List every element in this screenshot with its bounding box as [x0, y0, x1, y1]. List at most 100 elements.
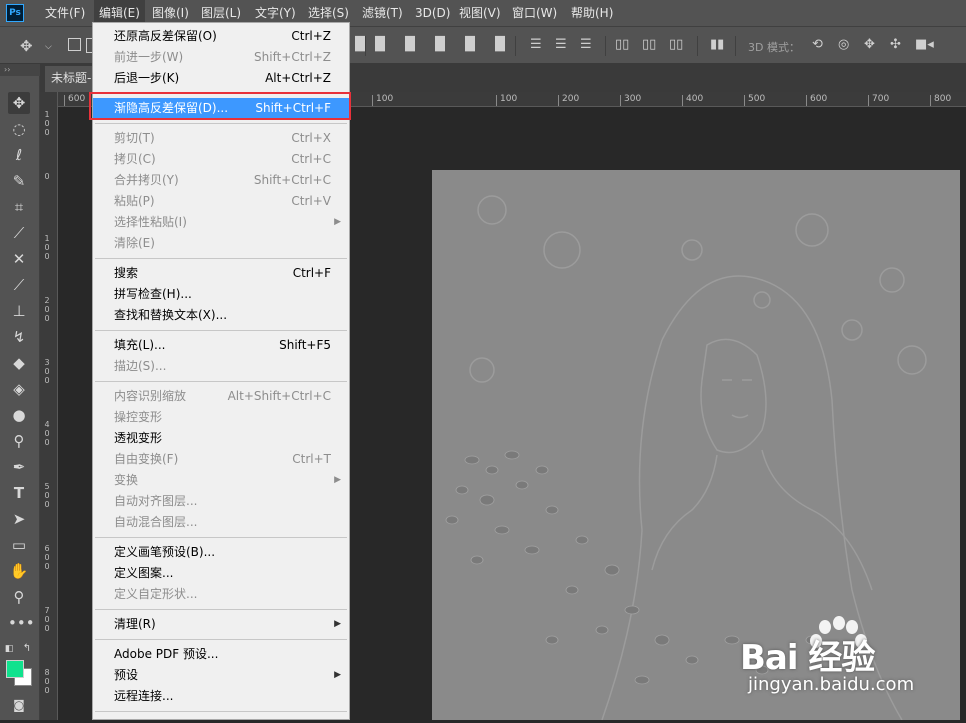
distribute-top-icon[interactable]: ☰ — [530, 38, 542, 52]
menu-item-shortcut: Alt+Shift+Ctrl+C — [227, 389, 331, 403]
menu-item[interactable]: 透视变形 — [93, 428, 349, 449]
menu-item[interactable]: 预设 ▶ — [93, 665, 349, 686]
menu-item-label: 查找和替换文本(X)... — [114, 308, 228, 322]
hand-tool-icon[interactable]: ✋ — [8, 560, 30, 582]
menu-item[interactable]: 定义画笔预设(B)... — [93, 542, 349, 563]
ruler-tick-label: 700 — [868, 95, 889, 106]
move-tool-icon[interactable]: ✥ — [20, 39, 33, 54]
menu-item-label: 内容识别缩放 — [114, 389, 187, 403]
menu-item-shortcut: Shift+F5 — [279, 338, 331, 352]
eraser-tool-icon[interactable]: ◆ — [8, 352, 30, 374]
marquee-tool-icon[interactable]: ◌ — [8, 118, 30, 140]
menu-item[interactable]: 后退一步(K) Alt+Ctrl+Z — [93, 68, 349, 89]
rectangle-tool-icon[interactable]: ▭ — [8, 534, 30, 556]
quick-mask-icon[interactable]: ◙ — [8, 694, 30, 716]
menubar-item[interactable]: 文件(F) — [40, 0, 90, 26]
healing-brush-tool-icon[interactable]: ✕ — [8, 248, 30, 270]
menu-item-shortcut: Ctrl+X — [291, 131, 331, 145]
menu-item[interactable]: 远程连接... — [93, 686, 349, 707]
eyedropper-tool-icon[interactable]: ⟋ — [8, 222, 30, 244]
separator — [735, 36, 736, 56]
align-top-icon[interactable]: ▐▌ — [350, 38, 370, 52]
menu-item: 自由变换(F) Ctrl+T — [93, 449, 349, 470]
more-tools-icon[interactable]: ••• — [8, 612, 35, 634]
menu-item: 清除(E) — [93, 233, 349, 254]
menu-item-label: 定义自定形状... — [114, 587, 198, 601]
menu-item-shortcut: Ctrl+Z — [291, 29, 331, 43]
menu-item: 变换 ▶ — [93, 470, 349, 491]
menu-item[interactable]: 清理(R) ▶ — [93, 614, 349, 635]
menu-item[interactable]: 搜索 Ctrl+F — [93, 263, 349, 284]
lasso-tool-icon[interactable]: ℓ — [8, 144, 30, 166]
auto-select-checkbox[interactable] — [68, 38, 81, 51]
menu-item-label: 预设 — [114, 668, 139, 682]
pen-tool-icon[interactable]: ✒ — [8, 456, 30, 478]
dodge-tool-icon[interactable]: ⚲ — [8, 430, 30, 452]
auto-align-icon[interactable]: ▮▮ — [710, 38, 724, 52]
3d-mode-label: 3D 模式： — [748, 41, 800, 54]
distribute-right-icon[interactable]: ▯▯ — [669, 38, 683, 52]
menu-item: 定义自定形状... — [93, 584, 349, 605]
menu-item-label: 选择性粘贴(I) — [114, 215, 187, 229]
type-tool-icon[interactable]: T — [8, 482, 30, 504]
menu-item[interactable]: Adobe PDF 预设... — [93, 644, 349, 665]
distribute-hcenter-icon[interactable]: ▯▯ — [642, 38, 656, 52]
menu-item[interactable]: 查找和替换文本(X)... — [93, 305, 349, 326]
swap-colors-icon[interactable]: ↰ — [20, 638, 34, 660]
ruler-tick-label: 200 — [558, 95, 579, 106]
submenu-arrow-icon: ▶ — [334, 670, 341, 680]
align-right-icon[interactable]: ▐▌ — [490, 38, 510, 52]
default-colors-icon[interactable]: ◧ — [2, 638, 16, 660]
clone-stamp-tool-icon[interactable]: ⊥ — [8, 300, 30, 322]
3d-pan-icon[interactable]: ✥ — [864, 38, 875, 52]
ruler-tick-label: 100 — [496, 95, 517, 106]
menu-item-label: 透视变形 — [114, 431, 163, 445]
ruler-tick-label: 500 — [44, 482, 50, 509]
paint-bucket-tool-icon[interactable]: ◈ — [8, 378, 30, 400]
align-bottom-icon[interactable]: ▐▌ — [400, 38, 420, 52]
menubar-item[interactable]: 3D(D) — [410, 0, 455, 26]
crop-tool-icon[interactable]: ⌗ — [8, 196, 30, 218]
menu-item[interactable]: 拼写检查(H)... — [93, 284, 349, 305]
menu-item-label: 自由变换(F) — [114, 452, 179, 466]
ruler-tick-label: 600 — [806, 95, 827, 106]
menu-item[interactable]: 还原高反差保留(O) Ctrl+Z — [93, 26, 349, 47]
align-vcenter-icon[interactable]: ▐▌ — [370, 38, 390, 52]
menubar-item[interactable]: 滤镜(T) — [357, 0, 408, 26]
brush-tool-icon[interactable]: ⟋ — [8, 274, 30, 296]
align-hcenter-icon[interactable]: ▐▌ — [460, 38, 480, 52]
ruler-tick-label: 600 — [44, 544, 50, 571]
ruler-tick-label: 100 — [44, 234, 50, 261]
menu-item-label: 描边(S)... — [114, 359, 167, 373]
move-tool-icon[interactable]: ✥ — [8, 92, 30, 114]
menubar-item[interactable]: 视图(V) — [454, 0, 506, 26]
ruler-tick-label: 600 — [64, 95, 85, 106]
quick-select-tool-icon[interactable]: ✎ — [8, 170, 30, 192]
foreground-color-swatch[interactable] — [6, 660, 24, 678]
menu-separator — [95, 258, 347, 259]
distribute-left-icon[interactable]: ▯▯ — [615, 38, 629, 52]
menu-item[interactable]: 定义图案... — [93, 563, 349, 584]
path-select-tool-icon[interactable]: ➤ — [8, 508, 30, 530]
align-left-icon[interactable]: ▐▌ — [430, 38, 450, 52]
blur-tool-icon[interactable]: ● — [8, 404, 30, 426]
distribute-bottom-icon[interactable]: ☰ — [580, 38, 592, 52]
photoshop-logo: Ps — [6, 4, 24, 22]
zoom-tool-icon[interactable]: ⚲ — [8, 586, 30, 608]
tools-panel-collapse[interactable]: ›› — [0, 64, 40, 76]
tool-preset-dropdown-icon[interactable]: ⌵ — [45, 40, 52, 54]
edit-menu-dropdown: 还原高反差保留(O) Ctrl+Z 前进一步(W) Shift+Ctrl+Z 后退一步(… — [92, 22, 350, 720]
menubar-item[interactable]: 帮助(H) — [566, 0, 618, 26]
3d-slide-icon[interactable]: ✣ — [890, 38, 901, 52]
menu-item: 合并拷贝(Y) Shift+Ctrl+C — [93, 170, 349, 191]
3d-roll-icon[interactable]: ◎ — [838, 38, 849, 52]
distribute-vcenter-icon[interactable]: ☰ — [555, 38, 567, 52]
document-tab[interactable]: 未标题- — [45, 66, 95, 92]
3d-camera-icon[interactable]: ■◂ — [915, 38, 934, 52]
menubar-item[interactable]: 窗口(W) — [507, 0, 562, 26]
ruler-tick-label: 700 — [44, 606, 50, 633]
menu-separator — [95, 639, 347, 640]
history-brush-tool-icon[interactable]: ↯ — [8, 326, 30, 348]
3d-rotate-icon[interactable]: ⟲ — [812, 38, 823, 52]
menu-item[interactable]: 填充(L)... Shift+F5 — [93, 335, 349, 356]
